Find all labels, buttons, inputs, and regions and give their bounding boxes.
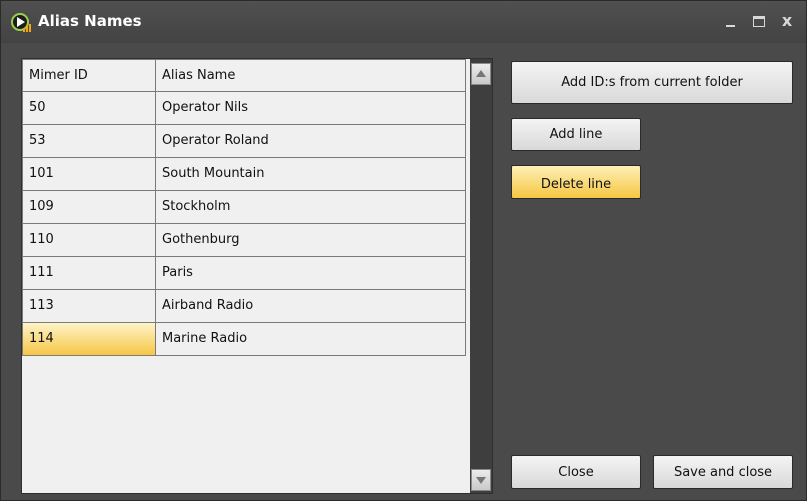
mimer-id-cell[interactable]: 110 [22,224,156,257]
delete-line-button[interactable]: Delete line [511,165,641,199]
app-play-signal-icon [11,13,31,32]
mimer-id-cell[interactable]: 53 [22,125,156,158]
mimer-id-cell[interactable]: 50 [22,92,156,125]
table-row-selected[interactable]: 114 Marine Radio [22,323,466,356]
column-header-alias-name[interactable]: Alias Name [156,59,466,92]
close-window-button[interactable]: x [777,9,797,33]
table-row[interactable]: 110 Gothenburg [22,224,466,257]
maximize-icon [753,16,765,27]
maximize-button[interactable] [749,9,769,33]
arrow-up-icon [476,70,486,77]
mimer-id-cell[interactable]: 101 [22,158,156,191]
alias-name-cell[interactable]: Marine Radio [156,323,466,356]
close-button[interactable]: Close [511,455,641,489]
alias-name-cell[interactable]: Stockholm [156,191,466,224]
add-line-button[interactable]: Add line [511,118,641,151]
save-and-close-button[interactable]: Save and close [653,455,793,489]
table-row[interactable]: 113 Airband Radio [22,290,466,323]
alias-name-cell[interactable]: Operator Roland [156,125,466,158]
table-row[interactable]: 50 Operator Nils [22,92,466,125]
scroll-up-button[interactable] [471,63,491,85]
alias-name-cell[interactable]: Operator Nils [156,92,466,125]
alias-name-cell[interactable]: Airband Radio [156,290,466,323]
mimer-id-cell-selected[interactable]: 114 [22,323,156,356]
table-row[interactable]: 109 Stockholm [22,191,466,224]
alias-name-cell[interactable]: South Mountain [156,158,466,191]
vertical-scrollbar[interactable] [470,59,492,493]
table-row[interactable]: 101 South Mountain [22,158,466,191]
table-row[interactable]: 111 Paris [22,257,466,290]
close-icon: x [781,11,793,30]
add-ids-from-folder-button[interactable]: Add ID:s from current folder [511,61,793,104]
alias-names-window: Alias Names x Mimer ID Alias Name 50 Ope… [0,0,807,501]
minimize-icon [726,25,735,27]
alias-name-cell[interactable]: Gothenburg [156,224,466,257]
window-title: Alias Names [38,12,142,30]
mimer-id-cell[interactable]: 113 [22,290,156,323]
table-row[interactable]: 53 Operator Roland [22,125,466,158]
alias-table: Mimer ID Alias Name 50 Operator Nils 53 … [21,58,493,494]
title-bar[interactable]: Alias Names x [1,1,806,43]
column-header-mimer-id[interactable]: Mimer ID [22,59,156,92]
table-header: Mimer ID Alias Name [22,59,466,92]
mimer-id-cell[interactable]: 111 [22,257,156,290]
minimize-button[interactable] [721,9,741,33]
arrow-down-icon [476,477,486,484]
alias-name-cell[interactable]: Paris [156,257,466,290]
scroll-down-button[interactable] [471,469,491,491]
mimer-id-cell[interactable]: 109 [22,191,156,224]
